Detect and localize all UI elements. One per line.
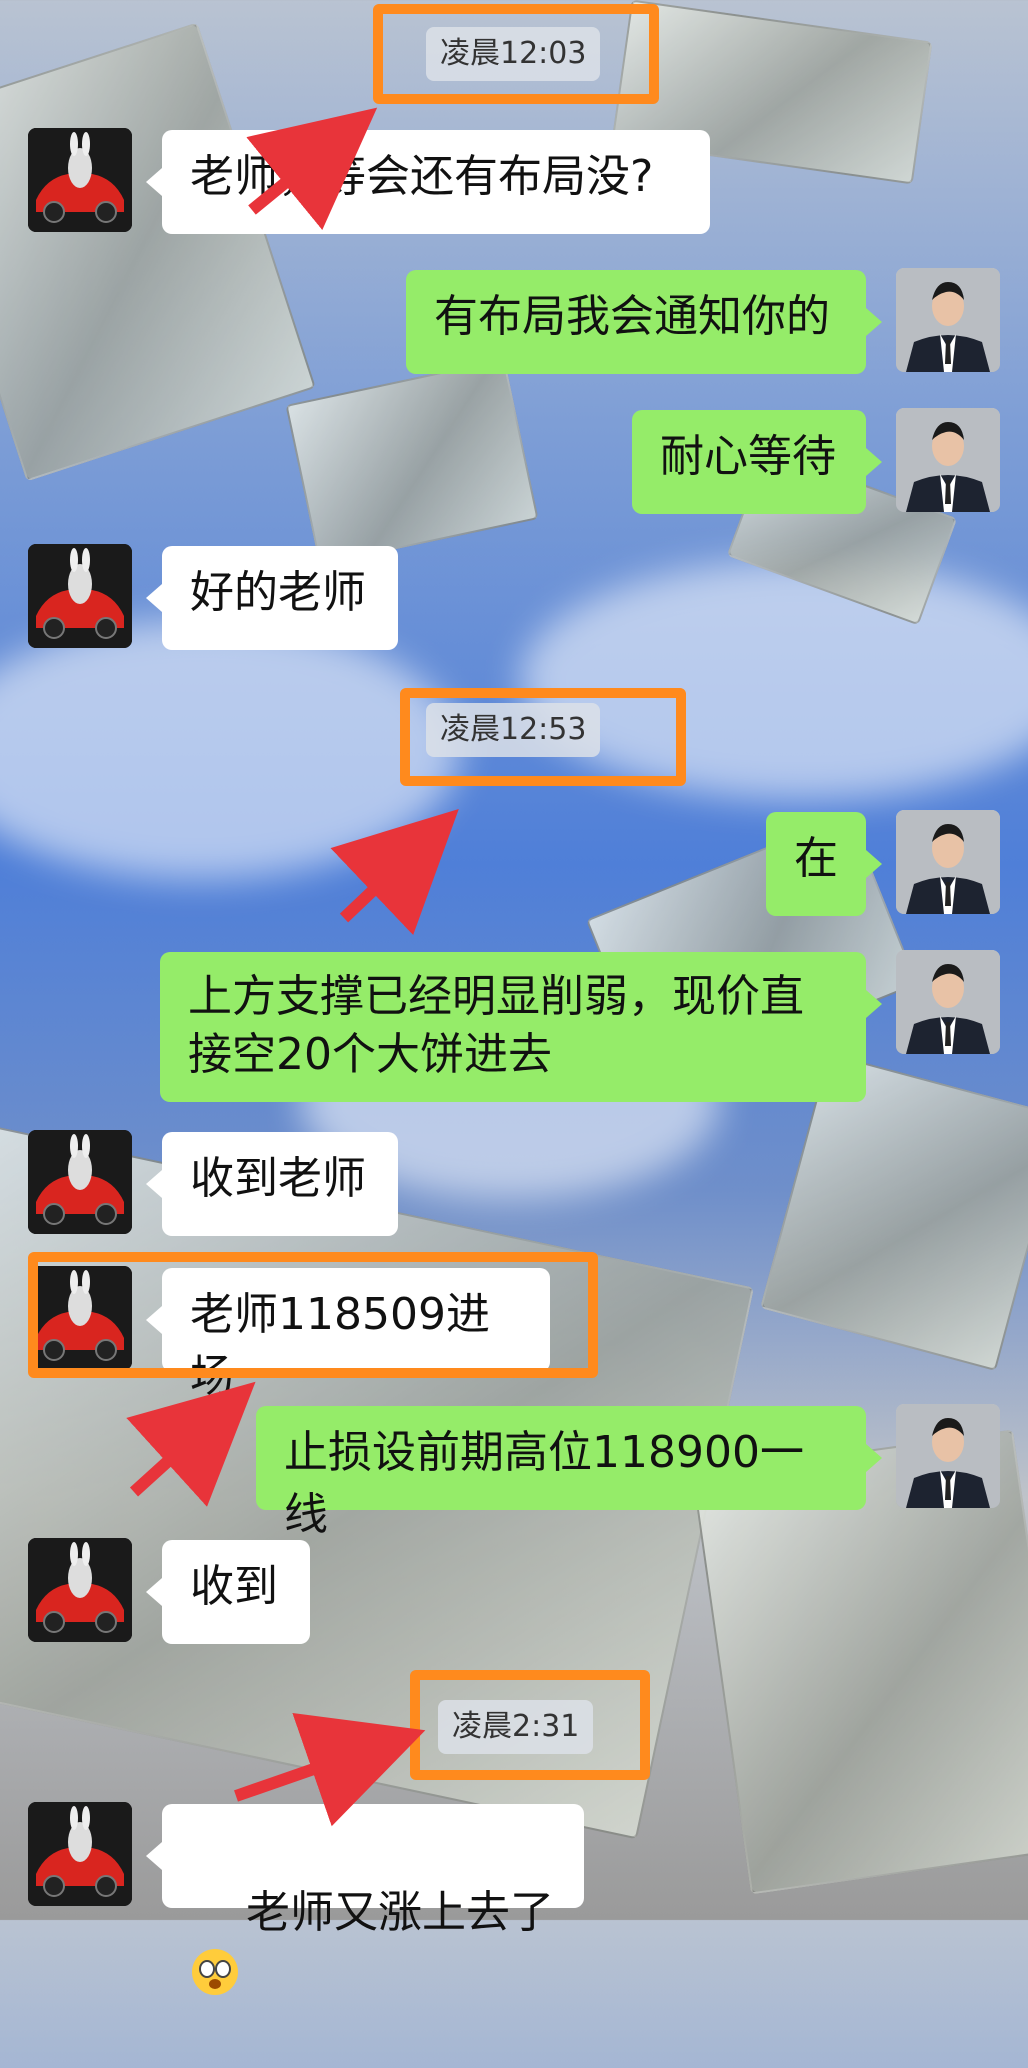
self-avatar[interactable] xyxy=(896,268,1000,372)
message-bubble[interactable]: 止损设前期高位118900一线 xyxy=(256,1406,882,1540)
message-bubble[interactable]: 收到老师 xyxy=(146,1132,398,1236)
red-sports-car-icon xyxy=(28,1538,132,1642)
friend-avatar[interactable] xyxy=(28,1538,132,1642)
self-avatar[interactable] xyxy=(896,1404,1000,1508)
self-avatar[interactable] xyxy=(896,810,1000,914)
friend-avatar[interactable] xyxy=(28,1130,132,1234)
chat-thread: 凌晨12:03 老师，等会还有布局没? 有布局我会通知你的 耐心等待 好的老师 … xyxy=(0,0,1028,1995)
orange-highlight-box xyxy=(410,1670,650,1780)
friend-avatar[interactable] xyxy=(28,544,132,648)
message-bubble[interactable]: 好的老师 xyxy=(146,546,398,650)
message-bubble[interactable]: 老师，等会还有布局没? xyxy=(146,130,710,234)
red-sports-car-icon xyxy=(28,544,132,648)
self-avatar[interactable] xyxy=(896,950,1000,1054)
man-in-suit-icon xyxy=(896,1404,1000,1508)
flushed-face-emoji-icon xyxy=(192,1949,238,1995)
message-bubble[interactable]: 上方支撑已经明显削弱，现价直 接空20个大饼进去 xyxy=(160,952,882,1102)
red-sports-car-icon xyxy=(28,1802,132,1906)
man-in-suit-icon xyxy=(896,950,1000,1054)
man-in-suit-icon xyxy=(896,810,1000,914)
man-in-suit-icon xyxy=(896,408,1000,512)
friend-avatar[interactable] xyxy=(28,128,132,232)
man-in-suit-icon xyxy=(896,268,1000,372)
message-bubble[interactable]: 在 xyxy=(766,812,882,916)
message-bubble[interactable]: 有布局我会通知你的 xyxy=(406,270,882,374)
friend-avatar[interactable] xyxy=(28,1802,132,1906)
red-sports-car-icon xyxy=(28,1130,132,1234)
message-bubble[interactable]: 耐心等待 xyxy=(632,410,882,514)
message-bubble[interactable]: 收到 xyxy=(146,1540,310,1644)
orange-highlight-box xyxy=(373,4,659,104)
red-sports-car-icon xyxy=(28,128,132,232)
message-bubble[interactable]: 老师又涨上去了 xyxy=(146,1804,584,1995)
message-text: 老师又涨上去了 xyxy=(245,1887,554,1938)
self-avatar[interactable] xyxy=(896,408,1000,512)
orange-highlight-box xyxy=(28,1252,598,1378)
orange-highlight-box xyxy=(400,688,686,786)
